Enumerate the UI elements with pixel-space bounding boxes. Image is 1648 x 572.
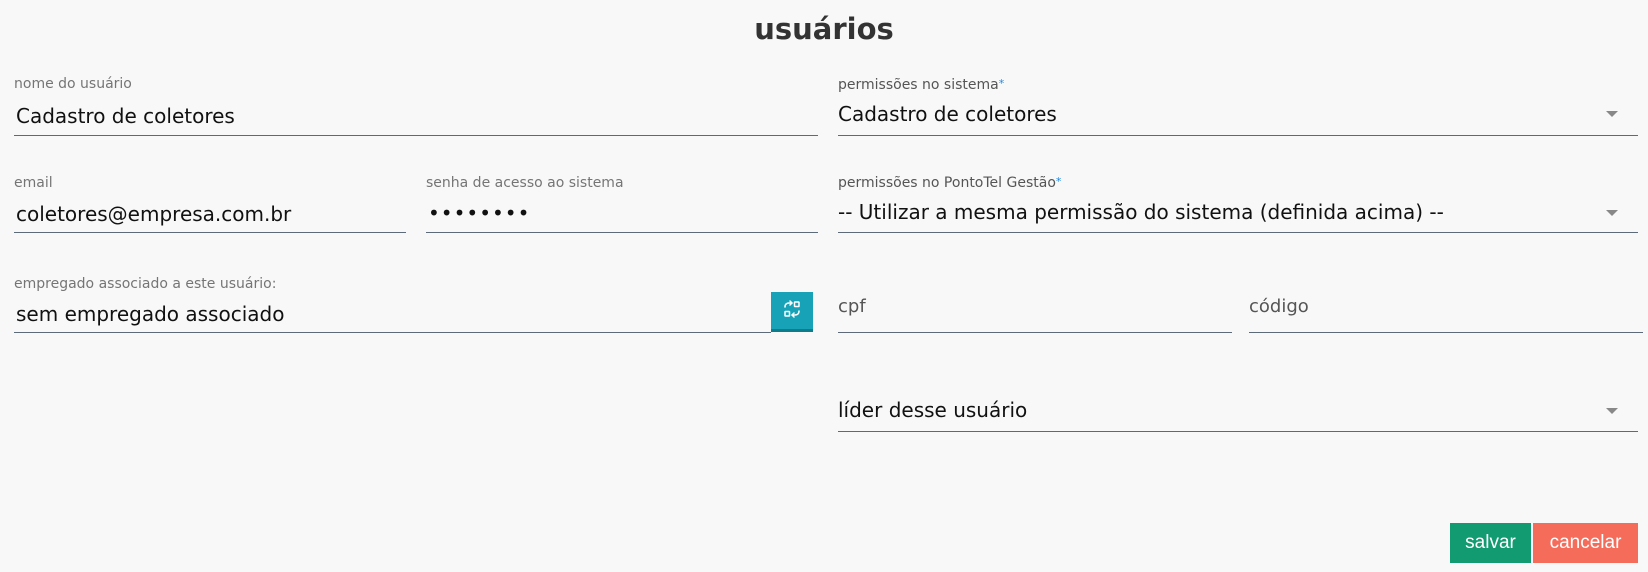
permissoes-sistema-select[interactable]: permissões no sistema* Cadastro de colet… <box>838 74 1638 136</box>
email-label: email <box>14 175 53 191</box>
permissoes-gestao-value: -- Utilizar a mesma permissão do sistema… <box>838 200 1444 224</box>
lider-select[interactable]: líder desse usuário <box>838 390 1638 432</box>
permissoes-gestao-label-text: permissões no PontoTel Gestão <box>838 175 1056 191</box>
codigo-underline <box>1249 332 1643 333</box>
email-underline <box>14 232 406 233</box>
lider-underline <box>838 431 1638 432</box>
senha-underline <box>426 232 818 233</box>
save-button[interactable]: salvar <box>1450 523 1531 563</box>
cpf-underline <box>838 332 1232 333</box>
cpf-field[interactable]: cpf <box>838 290 1232 333</box>
required-mark: * <box>1055 175 1062 188</box>
cancel-button[interactable]: cancelar <box>1533 523 1638 563</box>
permissoes-sistema-label: permissões no sistema* <box>838 77 1004 93</box>
permissoes-sistema-label-text: permissões no sistema <box>838 77 999 93</box>
caret-down-icon <box>1606 111 1618 117</box>
password-input[interactable]: •••••••• <box>428 201 530 225</box>
email-field[interactable]: email coletores@empresa.com.br <box>14 173 406 233</box>
caret-down-icon <box>1606 408 1618 414</box>
cpf-input[interactable]: cpf <box>838 296 866 317</box>
permissoes-sistema-value: Cadastro de coletores <box>838 102 1057 126</box>
swap-icon <box>783 299 801 322</box>
senha-field[interactable]: senha de acesso ao sistema •••••••• <box>426 173 818 233</box>
lider-placeholder: líder desse usuário <box>838 398 1028 422</box>
empregado-underline <box>14 332 771 333</box>
permissoes-gestao-label: permissões no PontoTel Gestão* <box>838 175 1061 191</box>
empregado-field[interactable]: empregado associado a este usuário: sem … <box>14 272 771 333</box>
required-mark: * <box>998 77 1005 90</box>
email-input[interactable]: coletores@empresa.com.br <box>16 202 291 226</box>
permissoes-gestao-underline <box>838 232 1638 233</box>
nome-underline <box>14 135 818 136</box>
nome-field[interactable]: nome do usuário Cadastro de coletores <box>14 74 818 136</box>
page-title: usuários <box>754 12 894 46</box>
nome-label: nome do usuário <box>14 76 132 92</box>
permissoes-gestao-select[interactable]: permissões no PontoTel Gestão* -- Utiliz… <box>838 173 1638 233</box>
empregado-label: empregado associado a este usuário: <box>14 276 277 292</box>
codigo-field[interactable]: código <box>1249 290 1643 333</box>
empregado-input[interactable]: sem empregado associado <box>16 302 284 326</box>
swap-employee-button[interactable] <box>771 292 813 332</box>
senha-label: senha de acesso ao sistema <box>426 175 624 191</box>
codigo-input[interactable]: código <box>1249 296 1309 317</box>
permissoes-sistema-underline <box>838 135 1638 136</box>
caret-down-icon <box>1606 210 1618 216</box>
nome-input[interactable]: Cadastro de coletores <box>16 104 235 128</box>
